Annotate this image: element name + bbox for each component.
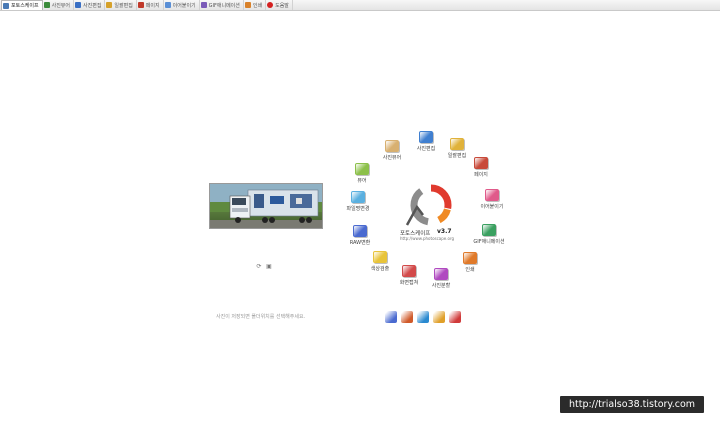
watermark: http://trialso38.tistory.com: [560, 396, 704, 413]
tab-label: 이어붙이기: [172, 2, 196, 9]
page-icon: [474, 157, 488, 169]
viewer-controls: ⟳ ▣: [256, 264, 272, 270]
tab-help[interactable]: 도움말: [266, 0, 293, 10]
ring-item-label: 파일명변경: [346, 206, 370, 212]
tab-editor[interactable]: 사진편집: [74, 0, 106, 10]
rename-icon: [353, 225, 367, 237]
combine-icon: [485, 189, 499, 201]
ring-item-label: 사진편집: [416, 146, 436, 152]
paper-icon[interactable]: [417, 311, 429, 323]
tab-gif[interactable]: GIF애니메이션: [200, 0, 244, 10]
print-icon: [244, 2, 251, 8]
rotate-icon[interactable]: ⟳: [256, 264, 262, 270]
combine-icon: [164, 2, 171, 8]
photoscape-logo[interactable]: [403, 181, 455, 233]
ring-item-splitter[interactable]: 사진분할: [424, 268, 458, 292]
ring-item-label: 인쇄: [465, 267, 475, 273]
ring-item-label: 색상검출: [370, 266, 390, 272]
tab-label: GIF애니메이션: [208, 2, 240, 9]
ring-item-label: GIF애니메이션: [473, 239, 505, 245]
font-icon[interactable]: [385, 311, 397, 323]
batch-icon: [450, 138, 464, 150]
logo-version: v3.7: [437, 228, 452, 235]
help-icon: [267, 2, 274, 8]
ring-item-editor[interactable]: 사진편집: [409, 131, 443, 155]
ring-item-collage[interactable]: 사진뷰어: [375, 140, 409, 164]
ring-item-label: 뷰어: [357, 178, 367, 184]
app-tab-bar: 포토스케이프 사진뷰어 사진편집 일괄편집 페이지 이어붙이기 GIF애니메이션 인쇄 도움말: [0, 0, 720, 11]
ring-item-label: 사진분할: [431, 283, 451, 289]
tab-label: 사진편집: [83, 2, 102, 9]
tab-label: 일괄편집: [114, 2, 133, 9]
logo-url: http://www.photoscape.org: [400, 236, 455, 241]
tab-viewer[interactable]: 사진뷰어: [43, 0, 75, 10]
viewer-icon: [355, 163, 369, 175]
brush-icon[interactable]: [449, 311, 461, 323]
ring-item-capture[interactable]: 화면캡쳐: [392, 265, 426, 289]
capture-icon: [402, 265, 416, 277]
tab-batch[interactable]: 일괄편집: [105, 0, 137, 10]
tab-combine[interactable]: 이어붙이기: [164, 0, 200, 10]
ring-item-gif[interactable]: GIF애니메이션: [472, 224, 506, 248]
tab-print[interactable]: 인쇄: [244, 0, 267, 10]
gif-icon: [482, 224, 496, 236]
ring-item-rename[interactable]: RAW변환: [343, 225, 377, 249]
editor-icon: [75, 2, 82, 8]
magnifier-icon[interactable]: [401, 311, 413, 323]
ring-item-colorpicker[interactable]: 색상검출: [363, 251, 397, 275]
photoscape-icon: [3, 2, 9, 9]
collage-icon: [385, 140, 399, 152]
tool-icons: [385, 311, 461, 323]
colorpicker-icon: [373, 251, 387, 263]
ring-item-combine[interactable]: 이어붙이기: [475, 189, 509, 213]
tab-photoscape[interactable]: 포토스케이프: [1, 0, 43, 10]
ring-item-page[interactable]: 페이지: [464, 157, 498, 181]
ring-item-label: 이어붙이기: [480, 204, 504, 210]
tab-label: 페이지: [145, 2, 160, 9]
color-icon[interactable]: [433, 311, 445, 323]
ring-item-frame[interactable]: 파일명변경: [341, 191, 375, 215]
photo-preview[interactable]: [209, 183, 323, 229]
splitter-icon: [434, 268, 448, 280]
tab-label: 인쇄: [252, 2, 263, 9]
ring-item-print[interactable]: 인쇄: [453, 252, 487, 276]
editor-icon: [419, 131, 433, 143]
ring-item-label: 사진뷰어: [382, 155, 402, 161]
viewer-icon: [43, 2, 50, 8]
tab-label: 도움말: [275, 2, 289, 9]
page-icon: [137, 2, 144, 8]
gif-icon: [200, 2, 207, 8]
ring-item-label: 페이지: [474, 172, 488, 178]
ring-item-viewer[interactable]: 뷰어: [345, 163, 379, 187]
tab-label: 사진뷰어: [51, 2, 71, 9]
ring-item-label: 화면캡쳐: [399, 280, 419, 286]
tab-page[interactable]: 페이지: [137, 0, 164, 10]
status-text: 사진이 저장되면 폴더위치를 선택해주세요.: [216, 314, 306, 320]
batch-icon: [106, 2, 113, 8]
tab-label: 포토스케이프: [11, 3, 39, 9]
ring-item-label: RAW변환: [349, 240, 371, 246]
frame-icon: [351, 191, 365, 203]
truck-photo: [210, 184, 322, 228]
fit-icon[interactable]: ▣: [266, 264, 272, 270]
print-icon: [463, 252, 477, 264]
